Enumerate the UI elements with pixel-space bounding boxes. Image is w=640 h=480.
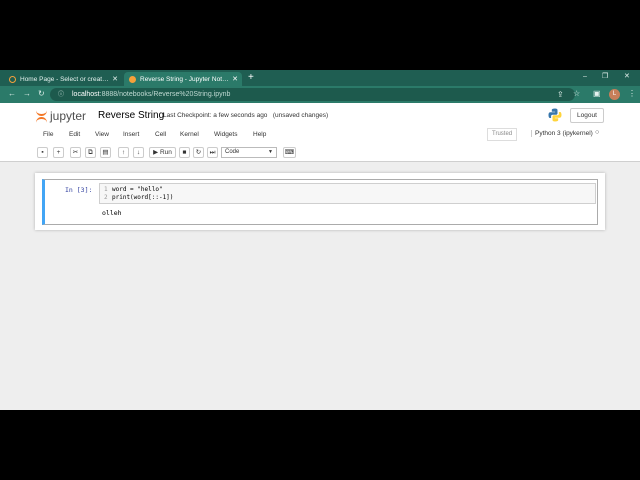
interrupt-button[interactable]: ■	[179, 147, 190, 158]
restart-icon: ↻	[195, 149, 202, 156]
close-tab-icon[interactable]: ✕	[231, 75, 239, 83]
unsaved-indicator: (unsaved changes)	[272, 112, 329, 119]
share-icon[interactable]: ⇪	[557, 90, 564, 100]
python-logo-icon	[548, 108, 562, 122]
logo-text: jupyter	[50, 109, 87, 123]
logout-button[interactable]: Logout	[570, 108, 604, 123]
url-path: :8888/notebooks/Reverse%20String.ipynb	[99, 91, 231, 98]
bookmark-star-icon[interactable]: ☆	[573, 89, 580, 99]
notebook-container: In [3]: 1 word = "hello" 2 print(word[::-1…	[35, 173, 605, 230]
tab-home-page[interactable]: Home Page - Select or create a n ✕	[4, 72, 122, 86]
jupyter-header: jupyter Reverse String Last Checkpoint: …	[0, 103, 640, 162]
browser-nav-bar: ← → ↻ ⓘ localhost:8888/notebooks/Reverse…	[0, 86, 640, 103]
tab-reverse-string[interactable]: Reverse String - Jupyter Notebook ✕	[124, 72, 242, 86]
arrow-down-icon: ↓	[136, 149, 141, 156]
menu-insert[interactable]: Insert	[123, 131, 139, 138]
code-text: print(word[::-1])	[112, 194, 174, 201]
back-button[interactable]: ←	[8, 89, 16, 99]
tab-label: Home Page - Select or create a n	[20, 75, 111, 83]
cell-type-value: Code	[225, 149, 240, 155]
browser-tab-bar: Home Page - Select or create a n ✕ Rever…	[0, 70, 640, 86]
restart-button[interactable]: ↻	[193, 147, 204, 158]
close-window-button[interactable]: ✕	[624, 71, 630, 83]
jupyter-favicon-icon	[9, 75, 16, 83]
code-line: 2 print(word[::-1])	[104, 194, 173, 202]
code-line: 1 word = "hello"	[104, 186, 163, 194]
close-tab-icon[interactable]: ✕	[111, 75, 119, 83]
stop-icon: ■	[182, 149, 187, 156]
arrow-up-icon: ↑	[121, 149, 126, 156]
command-palette-button[interactable]: ⌨	[283, 147, 296, 158]
menu-kernel[interactable]: Kernel	[180, 131, 199, 138]
jupyter-favicon-icon	[129, 75, 136, 83]
menu-edit[interactable]: Edit	[69, 131, 80, 138]
forward-button[interactable]: →	[23, 89, 31, 99]
chevron-down-icon: ▼	[268, 149, 273, 155]
menu-cell[interactable]: Cell	[155, 131, 166, 138]
run-button[interactable]: ▶ Run	[149, 147, 176, 158]
insert-cell-button[interactable]: +	[53, 147, 64, 158]
kernel-name: Python 3 (ipykernel)	[531, 130, 593, 137]
browser-menu-icon[interactable]: ⋮	[628, 89, 636, 99]
reload-button[interactable]: ↻	[38, 89, 45, 99]
copy-icon: ⧉	[88, 149, 93, 156]
save-icon: ▪	[41, 149, 44, 156]
paste-icon: ▤	[102, 149, 109, 156]
new-tab-button[interactable]: +	[248, 72, 254, 84]
keyboard-icon: ⌨	[284, 149, 295, 156]
menu-view[interactable]: View	[95, 131, 109, 138]
cell-type-select[interactable]: Code ▼	[221, 147, 277, 158]
cut-button[interactable]: ✂	[70, 147, 81, 158]
plus-icon: +	[56, 149, 61, 156]
code-editor[interactable]: 1 word = "hello" 2 print(word[::-1])	[99, 183, 596, 204]
url-host: localhost	[72, 91, 100, 98]
save-button[interactable]: ▪	[37, 147, 48, 158]
menu-help[interactable]: Help	[253, 131, 266, 138]
checkpoint-status: Last Checkpoint: a few seconds ago (unsa…	[163, 112, 328, 119]
screen: Home Page - Select or create a n ✕ Rever…	[0, 70, 640, 410]
menu-widgets[interactable]: Widgets	[214, 131, 237, 138]
trusted-badge[interactable]: Trusted	[487, 128, 518, 141]
checkpoint-text: Last Checkpoint: a few seconds ago	[163, 112, 268, 119]
minimize-button[interactable]: –	[583, 71, 587, 83]
paste-button[interactable]: ▤	[100, 147, 111, 158]
profile-avatar[interactable]: L	[609, 89, 620, 100]
jupyter-logo[interactable]: jupyter	[36, 109, 86, 123]
sidebar-icon[interactable]: ▣	[593, 89, 601, 99]
code-cell[interactable]: In [3]: 1 word = "hello" 2 print(word[::-1…	[42, 179, 598, 225]
notebook-name[interactable]: Reverse String	[98, 110, 164, 121]
fast-forward-icon: ⏭	[209, 149, 216, 156]
url-text: localhost:8888/notebooks/Reverse%20Strin…	[72, 89, 230, 100]
tab-label: Reverse String - Jupyter Notebook	[140, 75, 231, 83]
play-icon: ▶	[153, 149, 159, 156]
jupyter-logo-icon	[36, 110, 47, 123]
menu-bar: File Edit View Insert Cell Kernel Widget…	[0, 128, 640, 142]
copy-button[interactable]: ⧉	[85, 147, 96, 158]
move-down-button[interactable]: ↓	[133, 147, 144, 158]
scissors-icon: ✂	[72, 149, 79, 156]
restart-run-all-button[interactable]: ⏭	[207, 147, 218, 158]
cell-output: olleh	[102, 209, 122, 217]
menu-file[interactable]: File	[43, 131, 53, 138]
address-bar[interactable]: ⓘ localhost:8888/notebooks/Reverse%20Str…	[50, 88, 575, 101]
restore-button[interactable]: ❐	[602, 71, 608, 83]
notebook-toolbar: ▪ + ✂ ⧉ ▤ ↑ ↓ ▶ Run ■ ↻ ⏭ Code ▼ ⌨	[0, 146, 640, 160]
line-number: 2	[104, 194, 108, 201]
kernel-idle-icon: ○	[595, 129, 600, 136]
code-text: word = "hello"	[112, 186, 163, 193]
move-up-button[interactable]: ↑	[118, 147, 129, 158]
site-info-icon[interactable]: ⓘ	[58, 90, 64, 100]
run-label: Run	[159, 149, 172, 156]
input-prompt: In [3]:	[65, 186, 93, 194]
line-number: 1	[104, 186, 108, 193]
